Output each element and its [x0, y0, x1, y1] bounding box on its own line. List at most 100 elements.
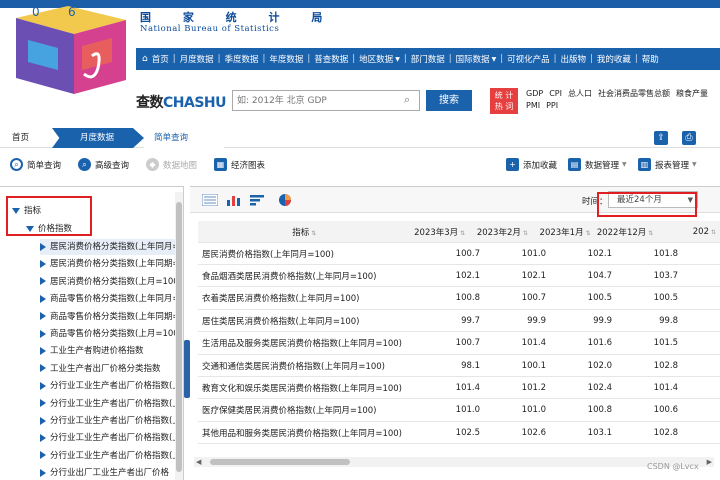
hot-term-link[interactable]: CPI: [549, 89, 562, 98]
expand-right-icon: [40, 346, 46, 355]
table-row[interactable]: 衣着类居民消费价格指数(上年同月=100) 100.8 100.7 100.5 100.…: [198, 288, 720, 310]
tree-item[interactable]: 分行业出厂工业生产者出厂价格: [40, 465, 175, 480]
print-icon[interactable]: ⎙: [682, 131, 696, 145]
tree-scrollbar[interactable]: [175, 192, 183, 480]
plus-icon: +: [506, 158, 519, 171]
column-header-period[interactable]: 2023年1月 ⇅: [532, 226, 595, 238]
hot-term-link[interactable]: 社会消费品零售总额: [598, 89, 670, 98]
nav-item[interactable]: 首页: [152, 53, 169, 65]
tree-item[interactable]: 商品零售价格分类指数(上月=100): [40, 326, 175, 342]
tree-item-label: 分行业工业生产者出厂价格指数(上年同月=100): [50, 433, 175, 444]
column-header-period[interactable]: 2023年3月 ⇅: [407, 226, 470, 238]
data-panel: 时间： 最近24个月 ▼ 指标 ⇅ 2023年3月 ⇅ 2023年2月 ⇅ 2023年1月 ⇅ 2…: [190, 186, 720, 480]
table-cell: 100.7: [521, 293, 546, 304]
brand-english: National Bureau of Statistics: [140, 24, 280, 34]
tree-item-label: 分行业工业生产者出厂价格指数(上年同期=100): [50, 398, 175, 409]
nav-item[interactable]: 出版物: [560, 53, 586, 65]
hot-term-link[interactable]: PMI: [526, 101, 540, 110]
nav-item[interactable]: 普查数据: [314, 53, 348, 65]
tree-item[interactable]: 居民消费价格分类指数(上年同月=100): [40, 239, 175, 255]
table-view-icon[interactable]: [202, 194, 218, 206]
highlight-box-tree: [6, 196, 92, 236]
table-row[interactable]: 交通和通信类居民消费价格指数(上年同月=100) 98.1 100.1 102.0 10…: [198, 355, 720, 377]
table-row[interactable]: 生活用品及服务类居民消费价格指数(上年同月=100) 100.7 101.4 101.…: [198, 333, 720, 355]
hot-term-link[interactable]: 总人口: [568, 89, 592, 98]
nav-item[interactable]: 国际数据: [456, 53, 490, 65]
table-cell: 99.9: [527, 315, 546, 326]
tree-item-label: 工业生产者出厂价格分类指数: [50, 363, 161, 374]
table-cell: 103.7: [653, 270, 678, 281]
nav-item[interactable]: 年度数据: [269, 53, 303, 65]
tree-item-label: 分行业工业生产者出厂价格指数(上年同期=100): [50, 450, 175, 461]
table-row[interactable]: 医疗保健类居民消费价格指数(上年同月=100) 101.0 101.0 100.8 10…: [198, 400, 720, 422]
tree-item[interactable]: 商品零售价格分类指数(上年同期=100): [40, 309, 175, 325]
tree-item[interactable]: 分行业工业生产者出厂价格指数(上年同期=100): [40, 396, 175, 412]
search-button[interactable]: 搜索: [426, 90, 472, 111]
bar-chart-icon[interactable]: [226, 194, 242, 206]
add-favorite-button[interactable]: + 添加收藏: [506, 158, 557, 171]
scroll-right-icon[interactable]: ▶: [707, 457, 712, 467]
table-horizontal-scrollbar[interactable]: ◀ ▶: [194, 457, 714, 467]
data-manage-button[interactable]: ▤ 数据管理 ▼: [568, 158, 627, 171]
nav-item[interactable]: 季度数据: [225, 53, 259, 65]
nav-separator: |: [553, 54, 557, 64]
hot-term-link[interactable]: 粮食产量: [676, 89, 708, 98]
column-header-period[interactable]: 2022年12月 ⇅: [595, 226, 658, 238]
tree-item[interactable]: 工业生产者出厂价格分类指数: [40, 361, 175, 377]
table-row[interactable]: 居民消费价格指数(上年同月=100) 100.7 101.0 102.1 101.8: [198, 243, 720, 265]
highlight-box-time: [597, 192, 697, 217]
expand-right-icon: [40, 433, 46, 442]
breadcrumb-home[interactable]: 首页: [12, 128, 29, 148]
report-manage-button[interactable]: ▥ 报表管理 ▼: [638, 158, 697, 171]
hot-term-link[interactable]: GDP: [526, 89, 543, 98]
export-icon[interactable]: ⇪: [654, 131, 668, 145]
table-cell: 98.1: [461, 360, 480, 371]
tree-item[interactable]: 分行业工业生产者出厂价格指数(上年同月=100): [40, 430, 175, 446]
nav-item[interactable]: 我的收藏: [597, 53, 631, 65]
table-row[interactable]: 食品烟酒类居民消费价格指数(上年同月=100) 102.1 102.1 104.7 10…: [198, 265, 720, 288]
sort-icon[interactable]: ⇅: [711, 229, 716, 236]
column-header-period[interactable]: 202 ⇅: [657, 227, 720, 237]
sort-icon[interactable]: ⇅: [460, 230, 465, 237]
horizontal-bar-icon[interactable]: [250, 194, 266, 206]
table-cell: 99.9: [593, 315, 612, 326]
watermark: CSDN @Lvcx: [647, 462, 699, 471]
nav-separator: |: [448, 54, 452, 64]
sort-icon[interactable]: ⇅: [648, 230, 653, 237]
scroll-left-icon[interactable]: ◀: [196, 457, 201, 467]
expand-right-icon: [40, 259, 46, 268]
search-icon[interactable]: ⌕: [404, 94, 416, 106]
nav-separator: |: [307, 54, 311, 64]
column-header-indicator[interactable]: 指标 ⇅: [198, 226, 407, 238]
column-header-period[interactable]: 2023年2月 ⇅: [469, 226, 532, 238]
nav-item[interactable]: 帮助: [642, 53, 659, 65]
tree-item[interactable]: 分行业工业生产者出厂价格指数(上年同期=100): [40, 448, 175, 464]
table-cell: 101.8: [653, 248, 678, 259]
advanced-query-button[interactable]: ⌕ 高级查询: [78, 158, 129, 171]
economic-chart-button[interactable]: ▦ 经济图表: [214, 158, 265, 171]
tree-item[interactable]: 分行业工业生产者出厂价格指数(上年同月=100): [40, 378, 175, 394]
tree-item[interactable]: 居民消费价格分类指数(上年同期=100): [40, 256, 175, 272]
tree-item[interactable]: 居民消费价格分类指数(上月=100): [40, 274, 175, 290]
table-row[interactable]: 居住类居民消费价格指数(上年同月=100) 99.7 99.9 99.9 99.8: [198, 310, 720, 333]
table-row[interactable]: 教育文化和娱乐类居民消费价格指数(上年同月=100) 101.4 101.2 102.…: [198, 377, 720, 400]
sort-icon[interactable]: ⇅: [586, 230, 591, 237]
nav-item[interactable]: 部门数据: [411, 53, 445, 65]
hot-term-link[interactable]: PPI: [546, 101, 558, 110]
tree-item[interactable]: 工业生产者购进价格指数: [40, 343, 175, 359]
tree-item[interactable]: 商品零售价格分类指数(上年同月=100): [40, 291, 175, 307]
nav-item[interactable]: 地区数据: [359, 53, 393, 65]
data-map-button[interactable]: ◆ 数据地图: [146, 158, 197, 171]
expand-right-icon: [40, 381, 46, 390]
simple-query-button[interactable]: ⌕ 简单查询: [10, 158, 61, 171]
breadcrumb-month[interactable]: 月度数据: [52, 128, 144, 148]
pie-chart-icon[interactable]: [278, 193, 292, 207]
table-row[interactable]: 其他用品和服务类居民消费价格指数(上年同月=100) 102.5 102.6 103.…: [198, 422, 720, 445]
nav-item[interactable]: 可视化产品: [507, 53, 550, 65]
sort-icon[interactable]: ⇅: [523, 230, 528, 237]
tree-item[interactable]: 分行业工业生产者出厂价格指数(上月=100): [40, 413, 175, 429]
search-input[interactable]: [232, 90, 420, 111]
nav-item[interactable]: 月度数据: [180, 53, 214, 65]
sort-icon[interactable]: ⇅: [311, 230, 316, 237]
tree-item-label: 商品零售价格分类指数(上年同月=100): [50, 294, 175, 305]
